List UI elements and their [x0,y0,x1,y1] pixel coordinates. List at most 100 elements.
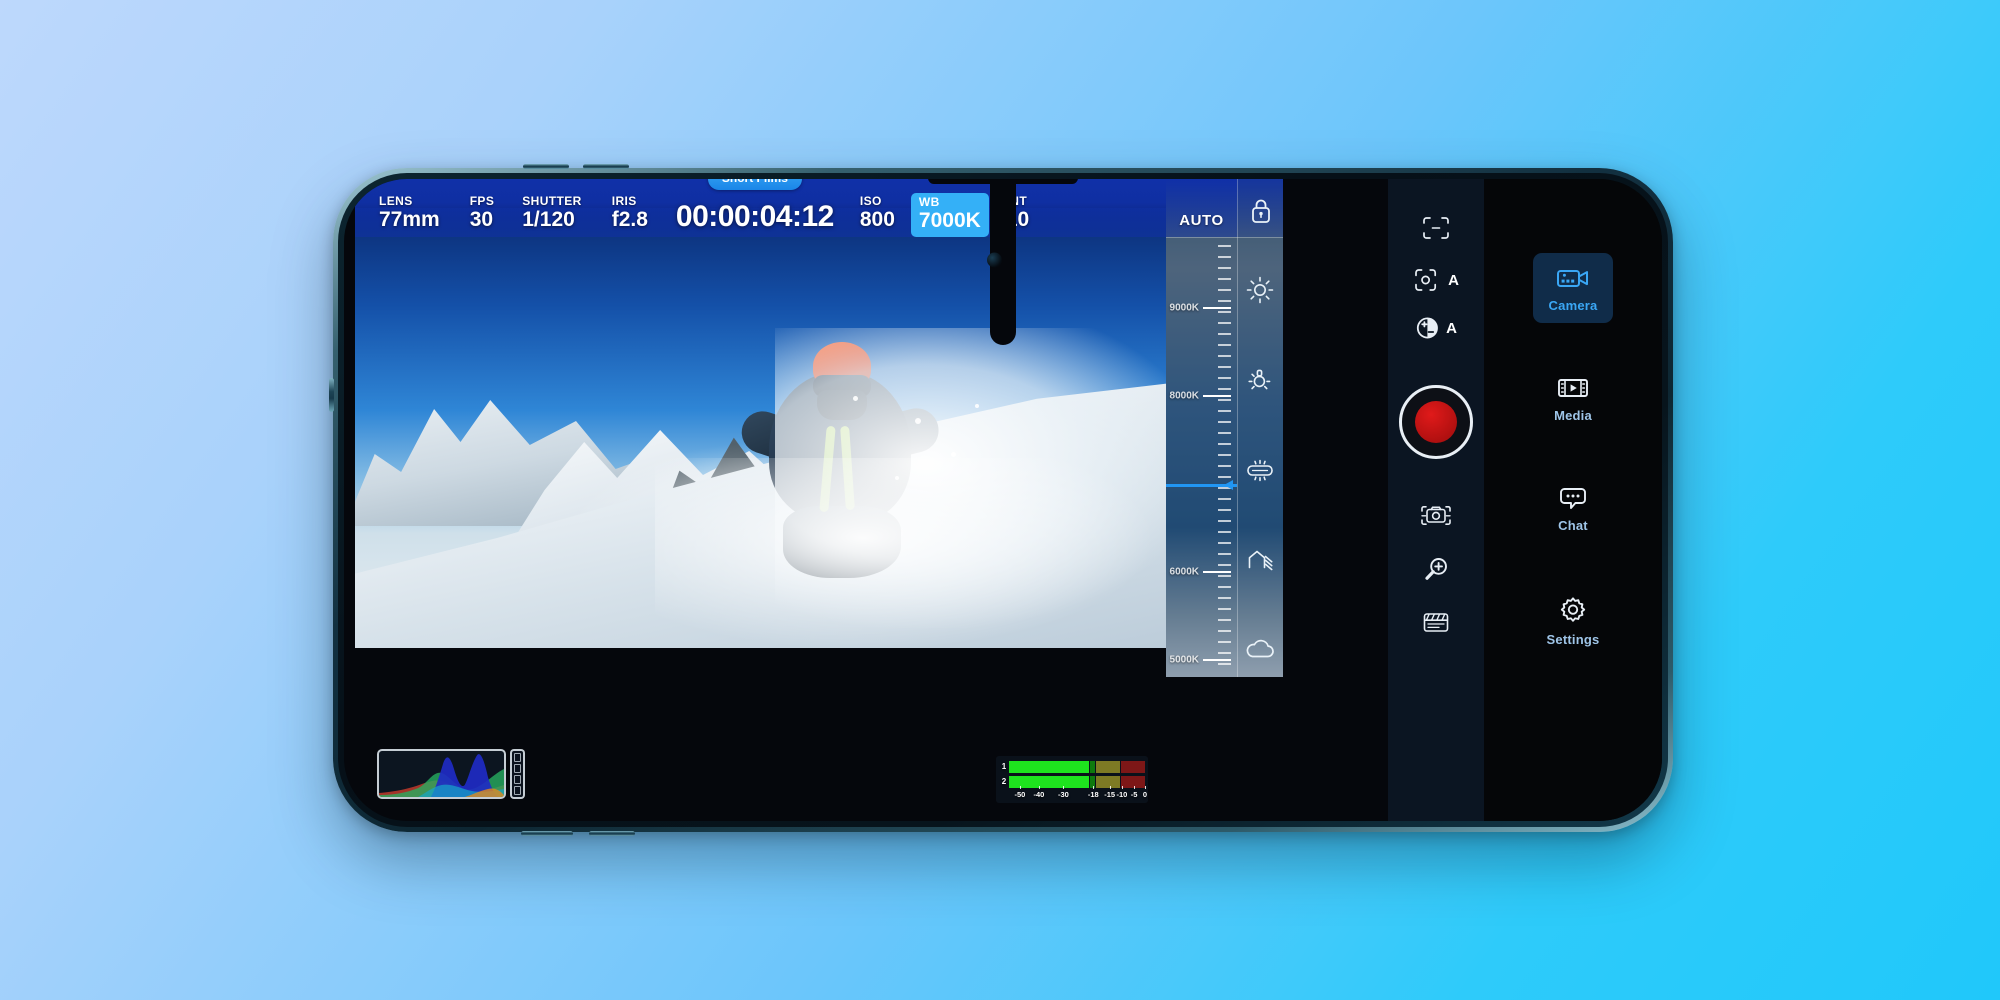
hud-wb-field[interactable]: WB 7000K [910,192,989,237]
wb-scale-major-tick [1203,307,1231,309]
volume-down-button[interactable] [583,164,629,169]
wb-scale-tick [1218,300,1231,302]
audio-green-zone [1009,760,1089,773]
wb-scale-tick [1218,641,1231,643]
histogram-mode-toggle[interactable] [510,749,525,799]
audio-scale-label: -40 [1033,790,1045,799]
wb-scale-tick [1218,663,1231,665]
snow-fleck [853,396,858,401]
camera-hud-bar: LENS 77mm FPS 30 SHUTTER 1/120 IRIS f2.8… [355,179,1177,237]
audio-scale-tick [1134,786,1136,789]
wb-scale-tick [1218,465,1231,467]
wb-scale-tick [1218,333,1231,335]
wb-preset-list[interactable] [1237,237,1283,677]
white-balance-panel[interactable]: AUTO 9000K 8000K 6000K 5000K [1166,179,1283,677]
nav-settings-label: Settings [1546,632,1600,647]
exposure-comp-button[interactable]: A [1415,315,1457,341]
audio-scale: -50 -40 -30 -18 -15 -10 -5 0 [1009,786,1147,801]
phone-device: LENS 77mm FPS 30 SHUTTER 1/120 IRIS f2.8… [329,164,1673,836]
side-button[interactable] [589,831,635,836]
nav-camera[interactable]: Camera [1533,253,1613,323]
wb-auto-button[interactable]: AUTO [1166,179,1237,237]
app-navigation-rail: Camera Media Chat Settings [1484,179,1662,821]
hud-iso-field[interactable]: ISO 800 [860,194,895,237]
timecode-field[interactable]: Short Films 00:00:04:12 [676,179,834,237]
wb-temperature-scale[interactable]: 9000K 8000K 6000K 5000K [1166,237,1237,677]
wb-scale-label: 9000K [1169,302,1199,314]
audio-green-zone [1009,775,1089,788]
slate-button[interactable] [1421,609,1451,635]
autofocus-button[interactable]: A [1413,267,1459,293]
audio-channel-label: 1 [1001,762,1007,771]
audio-level-meters[interactable]: 1 2 -50 -40 -30 -18 -15 -10 -5 0 [996,756,1148,803]
nav-chat[interactable]: Chat [1533,473,1613,543]
hud-fps-field[interactable]: FPS 30 [470,194,495,237]
viewfinder-area: LENS 77mm FPS 30 SHUTTER 1/120 IRIS f2.8… [355,179,1177,821]
wb-panel-header: AUTO [1166,179,1283,237]
wb-scale-tick [1218,575,1231,577]
nav-settings[interactable]: Settings [1533,583,1613,657]
audio-peak-hold [1089,760,1096,773]
wb-indicator-arrow [1224,480,1233,490]
hud-lens-field[interactable]: LENS 77mm [379,193,440,237]
stabilization-button[interactable] [1419,501,1453,529]
hud-shutter-value: 1/120 [522,207,575,231]
histogram-mode-cell[interactable] [514,775,521,784]
histogram-mode-cell[interactable] [514,753,521,762]
audio-scale-tick [1145,786,1146,789]
wb-scale-major-tick [1203,395,1231,397]
wb-scale-tick [1218,564,1231,566]
wb-scale-tick [1218,388,1231,390]
wb-current-indicator [1166,480,1237,490]
shade-preset-icon[interactable] [1237,545,1283,575]
wb-scale-tick [1218,432,1231,434]
power-button[interactable] [521,831,573,836]
histogram-mode-cell[interactable] [514,764,521,773]
project-badge[interactable]: Short Films [707,179,802,190]
chat-bubble-icon [1557,485,1589,511]
rgb-histogram[interactable] [377,749,525,799]
front-camera-icon [987,252,1002,268]
live-viewfinder[interactable] [355,208,1177,648]
wb-scale-tick [1218,377,1231,379]
record-button[interactable] [1399,385,1473,459]
silent-switch[interactable] [329,378,334,412]
video-camera-icon [1555,265,1591,291]
nav-media[interactable]: Media [1533,363,1613,433]
incandescent-preset-icon[interactable] [1237,365,1283,395]
volume-up-button[interactable] [523,164,569,169]
hud-iris-field[interactable]: IRIS f2.8 [611,194,648,237]
wb-scale-tick [1218,289,1231,291]
lock-icon[interactable] [1237,179,1283,237]
hud-shutter-field[interactable]: SHUTTER 1/120 [522,194,581,237]
frame-guides-icon[interactable] [1421,215,1451,241]
fluorescent-preset-icon[interactable] [1237,455,1283,485]
audio-channel-label: 2 [1001,777,1007,786]
sunny-preset-icon[interactable] [1237,275,1283,305]
histogram-mode-cell[interactable] [514,786,521,795]
audio-scale-label: -15 [1104,790,1116,799]
cloudy-preset-icon[interactable] [1237,635,1283,663]
audio-scale-tick [1109,786,1111,789]
wb-scale-tick [1218,520,1231,522]
snow-fleck [915,418,921,424]
hud-wb-value: 7000K [918,208,981,232]
wb-scale-label: 8000K [1169,390,1199,402]
audio-channel-row: 2 [999,775,1145,788]
camera-notch [987,179,1016,345]
audio-red-zone [1121,760,1145,773]
hud-lens-label: LENS [379,193,413,208]
camera-controls-column: A A [1388,179,1484,821]
film-play-icon [1556,375,1590,401]
wb-scale-tick [1218,410,1231,412]
audio-scale-tick [1063,786,1065,789]
wb-scale-major-tick [1203,571,1231,573]
hud-iris-value: f2.8 [611,207,648,231]
wb-scale-label: 5000K [1169,654,1199,666]
wb-scale-tick [1218,454,1231,456]
wb-scale-tick [1218,443,1231,445]
wb-scale-tick [1218,597,1231,599]
wb-scale-tick [1218,652,1231,654]
zoom-in-button[interactable] [1422,555,1450,583]
phone-screen: LENS 77mm FPS 30 SHUTTER 1/120 IRIS f2.8… [344,179,1662,821]
